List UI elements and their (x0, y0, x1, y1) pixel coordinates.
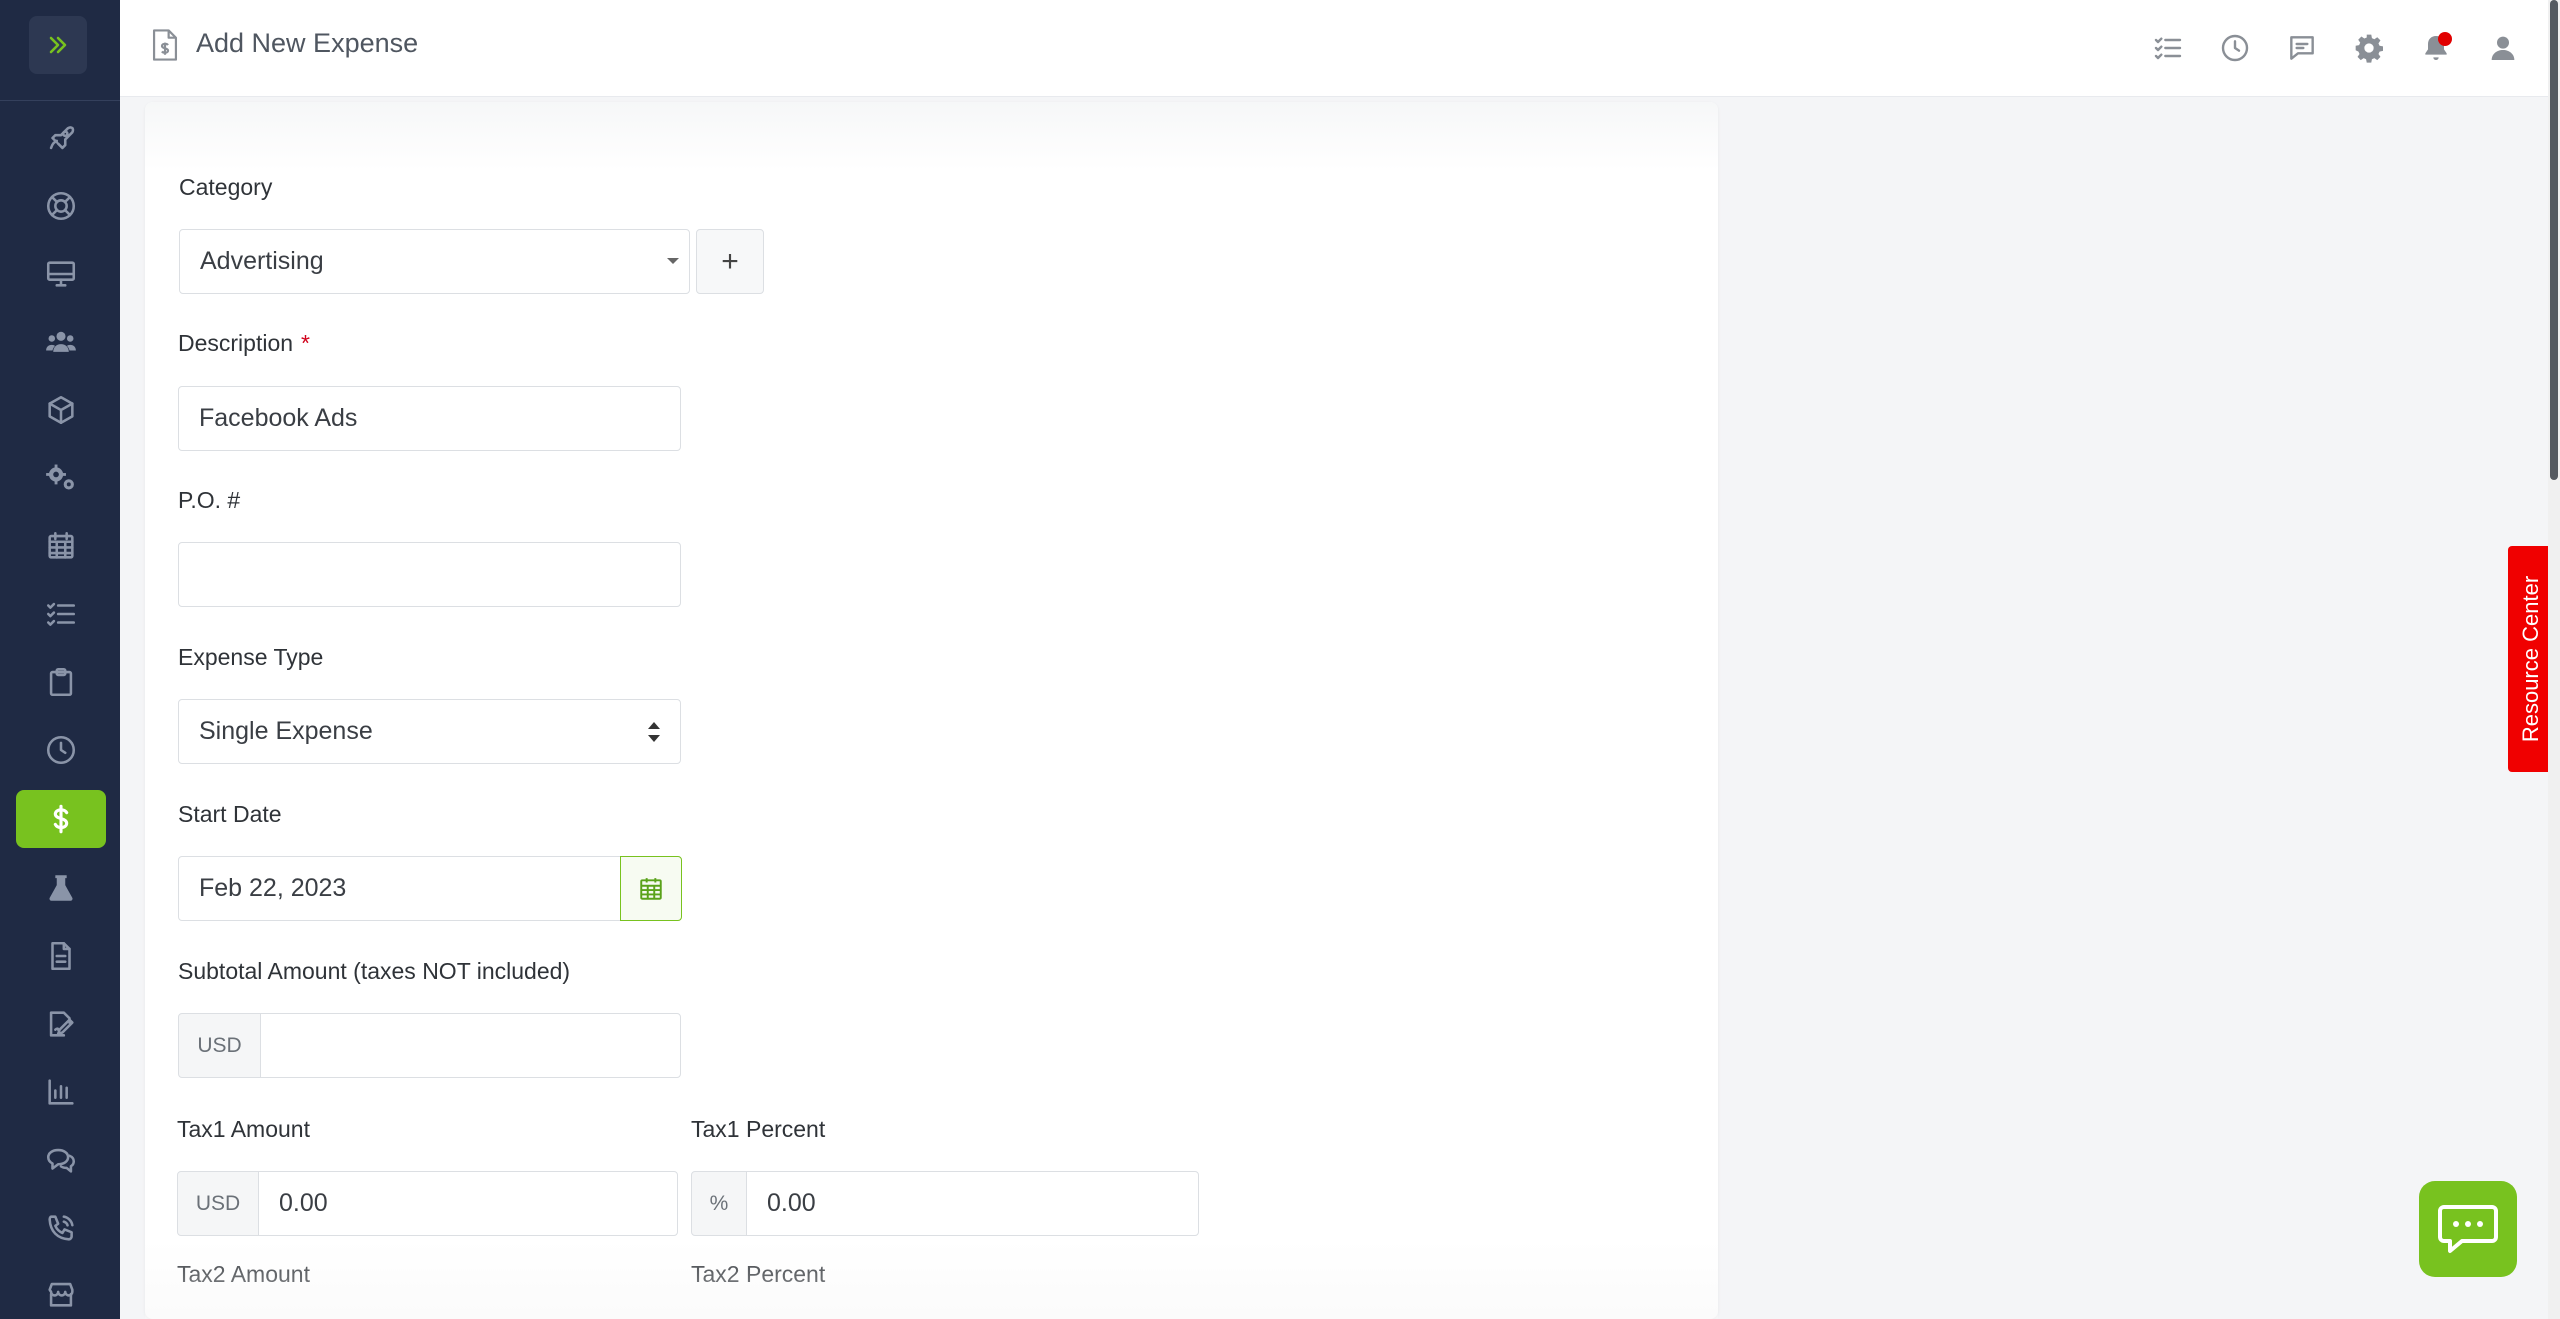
add-category-button[interactable]: + (696, 229, 764, 294)
tax1-amount-value: 0.00 (279, 1189, 328, 1217)
user-menu-button[interactable] (2487, 32, 2519, 64)
expense-type-label: Expense Type (178, 644, 324, 670)
dollar-icon (53, 804, 69, 834)
description-label-text: Description (178, 330, 294, 356)
clock-icon (46, 735, 76, 765)
chat-bubble-icon (2438, 1205, 2498, 1253)
sidebar-item-users[interactable] (16, 313, 106, 371)
tax1-percent-label: Tax1 Percent (691, 1116, 826, 1142)
chat-widget-button[interactable] (2419, 1181, 2517, 1277)
lifebuoy-icon (46, 191, 76, 221)
description-input[interactable]: Facebook Ads (178, 386, 681, 451)
subtotal-currency: USD (178, 1013, 261, 1078)
tax1-amount-input[interactable]: 0.00 (258, 1171, 678, 1236)
calendar-icon (640, 877, 662, 900)
sidebar-item-clipboard[interactable] (16, 653, 106, 711)
time-tracking-button[interactable] (2219, 32, 2251, 64)
expense-type-value: Single Expense (199, 717, 373, 745)
monitor-icon (46, 261, 76, 287)
top-bar: Add New Expense (120, 0, 2560, 97)
sidebar-item-time[interactable] (16, 721, 106, 779)
start-date-label: Start Date (178, 801, 282, 827)
sidebar (0, 0, 120, 1319)
chat-icon (46, 1148, 76, 1173)
sidebar-item-tasks[interactable] (16, 585, 106, 643)
tax1-percent-input[interactable]: 0.00 (746, 1171, 1199, 1236)
sidebar-item-messages[interactable] (16, 1131, 106, 1189)
users-icon (46, 331, 76, 352)
sidebar-divider (0, 100, 120, 101)
messages-button[interactable] (2286, 32, 2318, 64)
document-icon (51, 941, 71, 971)
scrollbar-thumb[interactable] (2550, 0, 2558, 480)
subtotal-label: Subtotal Amount (taxes NOT included) (178, 958, 571, 984)
tax1-percent-unit: % (691, 1171, 747, 1236)
start-date-input[interactable]: Feb 22, 2023 (178, 856, 621, 921)
phone-icon (48, 1215, 74, 1241)
user-icon (2491, 36, 2515, 60)
category-label: Category (179, 174, 273, 200)
sidebar-item-lab[interactable] (16, 859, 106, 917)
sidebar-item-calls[interactable] (16, 1199, 106, 1257)
category-value: Advertising (200, 247, 324, 275)
contract-icon (49, 1011, 74, 1037)
notifications-button[interactable] (2420, 32, 2452, 64)
gears-icon (46, 464, 74, 490)
start-date-value: Feb 22, 2023 (199, 874, 347, 902)
page-scrollbar[interactable] (2548, 0, 2560, 1319)
dropdown-caret-icon (667, 258, 679, 264)
sidebar-item-store[interactable] (16, 1265, 106, 1319)
tax2-percent-label: Tax2 Percent (691, 1261, 826, 1287)
tax1-currency: USD (177, 1171, 259, 1236)
date-picker-button[interactable] (620, 856, 682, 921)
rocket-icon (49, 126, 75, 150)
clipboard-icon (49, 667, 73, 697)
tax1-percent-value: 0.00 (767, 1189, 816, 1217)
bar-chart-icon (48, 1079, 74, 1105)
card-header (145, 102, 1718, 170)
store-icon (48, 1282, 74, 1307)
sidebar-item-settings[interactable] (16, 449, 106, 507)
po-number-input[interactable] (178, 542, 681, 607)
flask-icon (49, 875, 73, 901)
sidebar-item-reports[interactable] (16, 1063, 106, 1121)
sidebar-item-products[interactable] (16, 381, 106, 439)
invoice-icon (152, 29, 178, 61)
subtotal-input[interactable] (260, 1013, 681, 1078)
clock-icon (2221, 34, 2249, 62)
page-title: Add New Expense (196, 28, 419, 58)
box-icon (48, 395, 74, 425)
calendar-icon (48, 531, 74, 559)
expense-form-card: Category Advertising + Description * Face… (145, 102, 1718, 1319)
settings-button[interactable] (2353, 32, 2385, 64)
sidebar-item-contracts[interactable] (16, 995, 106, 1053)
select-arrows-icon (648, 722, 660, 742)
tasks-button[interactable] (2152, 32, 2184, 64)
message-icon (2290, 36, 2314, 60)
sidebar-item-expenses[interactable] (16, 790, 106, 848)
double-chevron-right-icon (49, 36, 67, 54)
resource-center-label: Resource Center (2518, 575, 2543, 743)
sidebar-item-support[interactable] (16, 177, 106, 235)
sidebar-item-calendar[interactable] (16, 517, 106, 575)
sidebar-item-dashboard[interactable] (16, 245, 106, 303)
tax2-amount-label: Tax2 Amount (177, 1261, 310, 1287)
sidebar-toggle-button[interactable] (29, 16, 87, 74)
sidebar-item-rocket[interactable] (16, 109, 106, 167)
required-mark: * (301, 330, 310, 356)
tasks-icon (46, 602, 76, 626)
category-select[interactable]: Advertising (179, 229, 690, 294)
po-label: P.O. # (178, 487, 241, 513)
notification-badge (2438, 32, 2452, 46)
description-value: Facebook Ads (199, 404, 358, 432)
expense-type-select[interactable]: Single Expense (178, 699, 681, 764)
tax1-amount-label: Tax1 Amount (177, 1116, 310, 1142)
tasks-icon (2154, 37, 2182, 60)
sidebar-item-documents[interactable] (16, 927, 106, 985)
description-label: Description * (178, 330, 310, 357)
gear-icon (2355, 34, 2383, 63)
